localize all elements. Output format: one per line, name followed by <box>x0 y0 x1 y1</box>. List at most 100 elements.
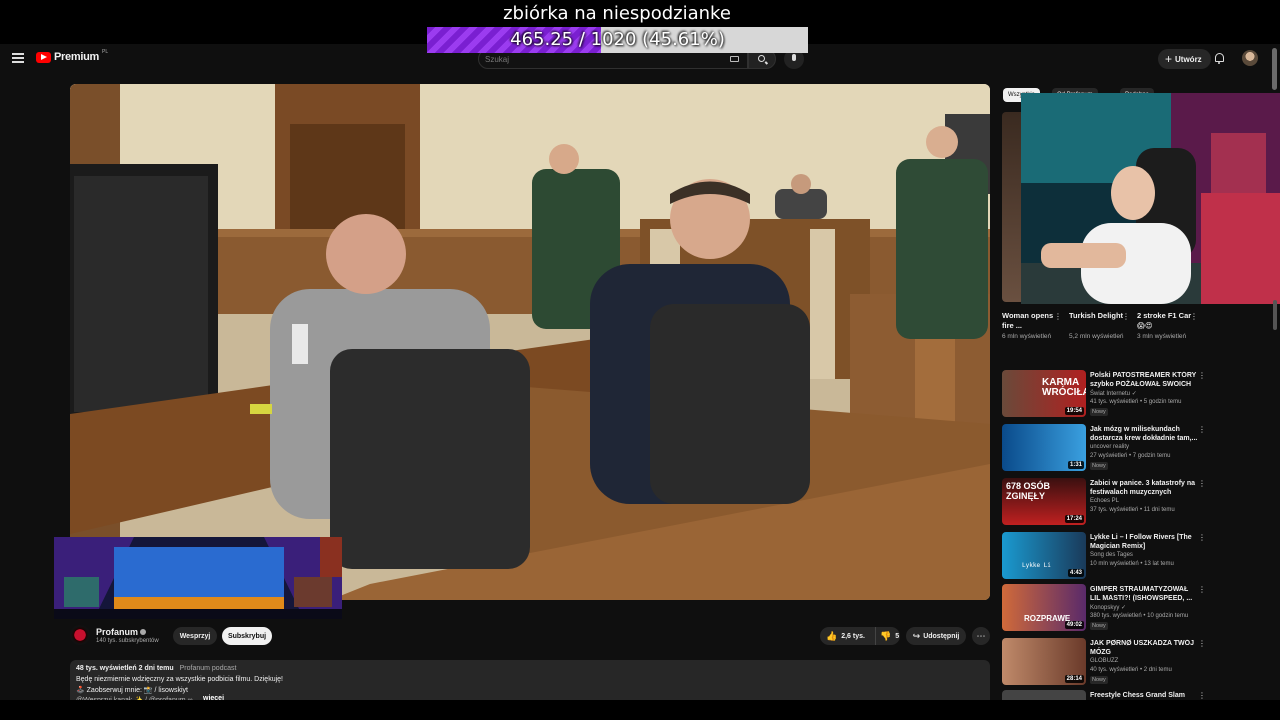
video-duration: 17:24 <box>1064 515 1084 523</box>
video-menu-icon[interactable]: ⋮ <box>1198 371 1206 380</box>
video-thumbnail[interactable]: KARMA WRÓCIŁA 19:54 <box>1002 370 1086 417</box>
share-label: Udostępnij <box>923 632 960 640</box>
video-thumbnail[interactable] <box>1002 690 1086 700</box>
video-thumbnail[interactable]: 28:14 <box>1002 638 1086 685</box>
bottom-black-band <box>0 700 1280 720</box>
video-channel[interactable]: uncover reality <box>1090 444 1129 450</box>
video-title[interactable]: Polski PATOSTREAMER KTÓRY szybko POŻAŁOW… <box>1090 371 1198 390</box>
video-channel[interactable]: GLOBUZZ <box>1090 658 1118 664</box>
page-scrollbar[interactable] <box>1272 48 1277 90</box>
channel-name-text: Profanum <box>96 627 139 637</box>
short-views-1: 6 mln wyświetleń <box>1002 333 1052 340</box>
short-title-1[interactable]: Woman opens fire ... <box>1002 311 1058 331</box>
short-views-2: 5,2 mln wyświetleń <box>1069 333 1124 340</box>
short-menu-icon[interactable]: ⋮ <box>1122 312 1130 321</box>
new-badge: Nowy <box>1090 676 1108 684</box>
short-menu-icon[interactable]: ⋮ <box>1190 312 1198 321</box>
donation-progress-bar: 465.25 / 1020 (45.61%) <box>427 27 808 53</box>
video-thumbnail[interactable]: 1:31 <box>1002 424 1086 471</box>
list-item[interactable]: Lykke Li 4:43 Lykke Li – I Follow Rivers… <box>1002 530 1207 580</box>
short-title-3[interactable]: 2 stroke F1 Car 😱😍 <box>1137 311 1193 331</box>
share-button[interactable]: ↪ Udostępnij <box>906 627 966 645</box>
thumbnail-text: ROZPRAWE <box>1024 614 1071 623</box>
channel-avatar[interactable] <box>70 625 90 645</box>
video-meta: 40 tys. wyświetleń • 2 dni temu <box>1090 667 1172 673</box>
video-channel[interactable]: Świat Internetu ✓ <box>1090 390 1137 397</box>
video-duration: 28:14 <box>1064 675 1084 683</box>
video-player[interactable] <box>70 84 990 600</box>
notifications-bell-icon[interactable] <box>1215 53 1224 64</box>
like-button[interactable]: 👍 2,6 tys. <box>826 627 865 645</box>
thumbs-down-icon: 👎 <box>880 630 892 641</box>
dislike-count: 5 <box>895 632 900 640</box>
hamburger-menu-icon[interactable] <box>12 53 24 63</box>
streamer-webcam <box>1021 93 1280 304</box>
video-channel[interactable]: Echoes PL <box>1090 498 1119 504</box>
logo-text: Premium <box>54 51 99 63</box>
video-duration: 4:43 <box>1067 569 1084 577</box>
video-menu-icon[interactable]: ⋮ <box>1198 425 1206 434</box>
video-menu-icon[interactable]: ⋮ <box>1198 479 1206 488</box>
sidebar-scrollbar[interactable] <box>1273 300 1277 330</box>
list-item[interactable]: 678 OSÓB ZGINĘŁY 17:24 Zabici w panice. … <box>1002 476 1207 526</box>
stream-overlay-scene <box>54 537 342 619</box>
keyboard-icon[interactable] <box>730 56 739 62</box>
video-thumbnail[interactable]: Lykke Li 4:43 <box>1002 532 1086 579</box>
verified-icon <box>140 629 147 635</box>
video-title[interactable]: Jak mózg w milisekundach dostarcza krew … <box>1090 425 1198 443</box>
new-badge: Nowy <box>1090 462 1108 470</box>
video-title[interactable]: Freestyle Chess Grand Slam Las ... <box>1090 691 1198 700</box>
short-menu-icon[interactable]: ⋮ <box>1054 312 1062 321</box>
list-item[interactable]: KARMA WRÓCIŁA 19:54 Polski PATOSTREAMER … <box>1002 368 1207 418</box>
video-duration: 1:31 <box>1067 461 1084 469</box>
champions-league-scene <box>54 537 342 619</box>
video-menu-icon[interactable]: ⋮ <box>1198 533 1206 542</box>
youtube-play-icon <box>36 51 51 63</box>
like-count: 2,6 tys. <box>841 632 865 640</box>
thumbnail-text: KARMA WRÓCIŁA <box>1042 377 1086 398</box>
description-line-1: Będę niezmiernie wdzięczny za wszystkie … <box>76 676 283 683</box>
video-channel[interactable]: Song des Tages <box>1090 552 1133 558</box>
donation-progress-text: 465.25 / 1020 (45.61%) <box>510 29 725 50</box>
create-button[interactable]: + Utwórz <box>1158 49 1211 69</box>
thumbnail-text: 678 OSÓB ZGINĘŁY <box>1006 481 1051 501</box>
channel-name[interactable]: Profanum <box>96 627 147 637</box>
dislike-button[interactable]: 👎 5 <box>875 627 899 645</box>
video-title[interactable]: Zabici w panice. 3 katastrofy na festiwa… <box>1090 479 1198 497</box>
video-menu-icon[interactable]: ⋮ <box>1198 585 1206 594</box>
courtroom-video-frame <box>70 84 990 600</box>
list-item[interactable]: 28:14 JAK PØRNØ USZKADZA TWÓJ MÓZG GLOBU… <box>1002 636 1207 686</box>
donation-goal-title: zbiórka na niespodzianke <box>503 3 731 24</box>
video-meta: 27 wyświetleń • 7 godzin temu <box>1090 453 1171 459</box>
video-menu-icon[interactable]: ⋮ <box>1198 639 1206 648</box>
search-icon <box>758 55 765 62</box>
description-line-2: 🕹️ Zaobserwuj mnie: 📸 / lisowskiyt <box>76 687 188 694</box>
search-input[interactable] <box>485 53 715 66</box>
share-icon: ↪ <box>912 630 921 641</box>
list-item[interactable]: Freestyle Chess Grand Slam Las ... ⋮ <box>1002 688 1207 700</box>
more-actions-button[interactable]: ⋯ <box>972 627 990 645</box>
video-thumbnail[interactable]: 678 OSÓB ZGINĘŁY 17:24 <box>1002 478 1086 525</box>
description-tag[interactable]: Profanum podcast <box>180 665 237 672</box>
upload-date: 2 dni temu <box>138 665 174 672</box>
list-item[interactable]: ROZPRAWE 49:02 GIMPER STRAUMATYZOWAŁ LIL… <box>1002 582 1207 632</box>
subscriber-count: 140 tys. subskrybentów <box>96 638 159 644</box>
support-button[interactable]: Wesprzyj <box>173 627 217 645</box>
youtube-premium-logo[interactable]: Premium PL <box>36 49 108 63</box>
video-title[interactable]: GIMPER STRAUMATYZOWAŁ LIL MASTI?! (ISHOW… <box>1090 585 1198 603</box>
plus-icon: + <box>1165 52 1173 66</box>
list-item[interactable]: 1:31 Jak mózg w milisekundach dostarcza … <box>1002 422 1207 472</box>
thumbnail-text: Lykke Li <box>1022 562 1051 569</box>
short-title-2[interactable]: Turkish Delight <box>1069 311 1125 321</box>
video-meta: 380 tys. wyświetleń • 10 godzin temu <box>1090 613 1189 619</box>
video-menu-icon[interactable]: ⋮ <box>1198 691 1206 700</box>
recommended-videos-list: KARMA WRÓCIŁA 19:54 Polski PATOSTREAMER … <box>1002 368 1207 700</box>
subscribe-button[interactable]: Subskrybuj <box>222 627 272 645</box>
user-avatar[interactable] <box>1242 50 1258 66</box>
video-meta: 41 tys. wyświetleń • 5 godzin temu <box>1090 399 1182 405</box>
video-channel[interactable]: Konopskyy ✓ <box>1090 604 1126 611</box>
video-meta: 10 mln wyświetleń • 13 lat temu <box>1090 561 1174 567</box>
video-thumbnail[interactable]: ROZPRAWE 49:02 <box>1002 584 1086 631</box>
video-title[interactable]: Lykke Li – I Follow Rivers [The Magician… <box>1090 533 1198 551</box>
video-title[interactable]: JAK PØRNØ USZKADZA TWÓJ MÓZG <box>1090 639 1198 657</box>
